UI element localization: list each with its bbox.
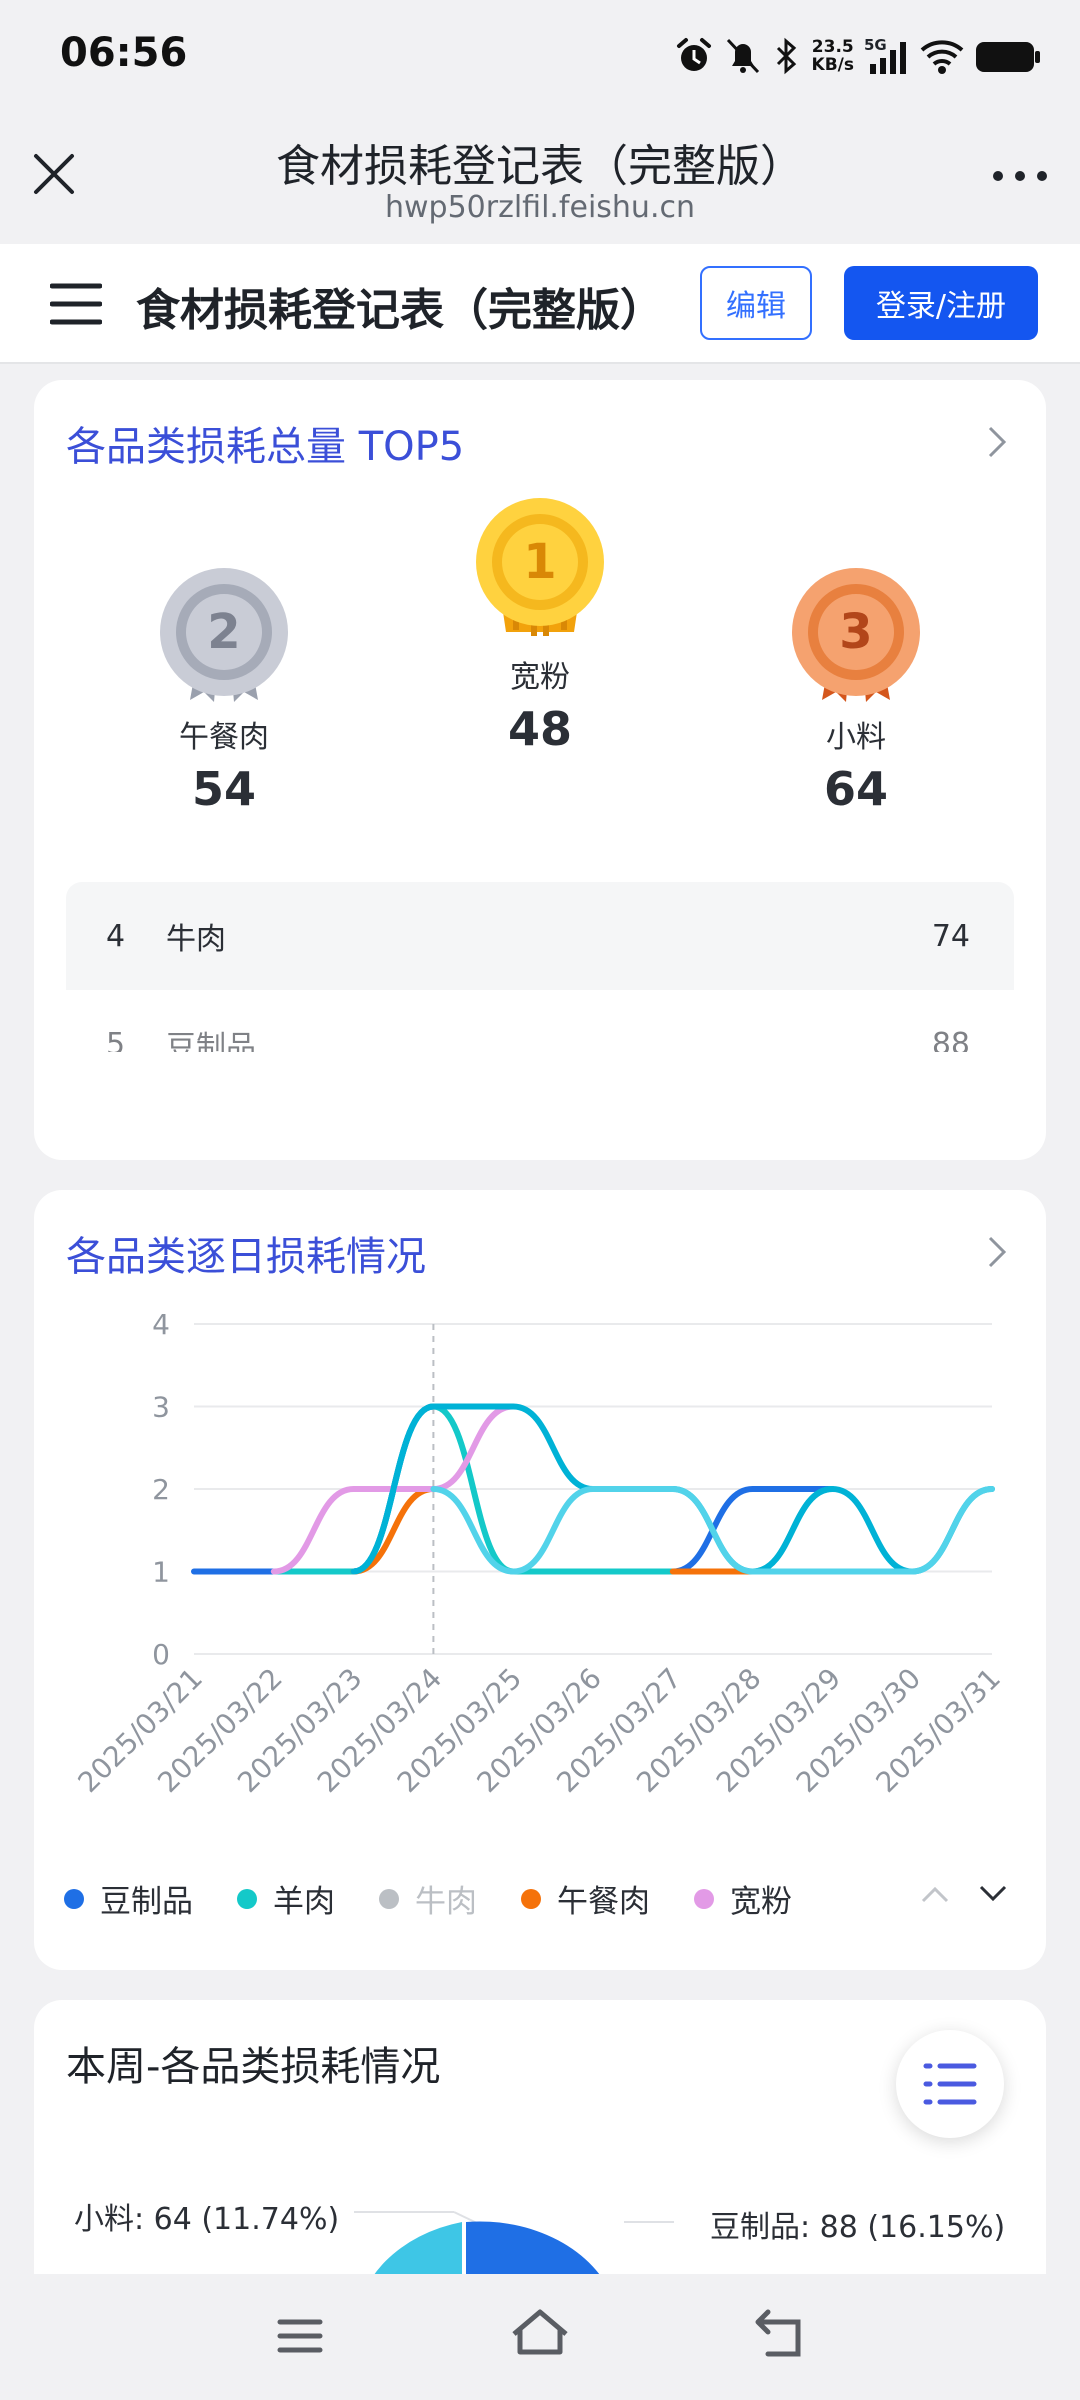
rank-table: 4 牛肉 74 5 豆制品 88 (66, 882, 1014, 1052)
y-tick-label: 0 (152, 1638, 170, 1671)
table-row[interactable]: 4 牛肉 74 (66, 882, 1014, 990)
table-row[interactable]: 5 豆制品 88 (66, 990, 1014, 1053)
legend-item[interactable]: 午餐肉 (521, 1876, 650, 1921)
status-icons: 23.5 KB/s 5G (674, 28, 1042, 84)
podium-value: 64 (823, 762, 888, 816)
legend-dot (379, 1888, 399, 1909)
battery-icon (976, 42, 1040, 72)
list-icon (923, 2063, 977, 2105)
silver-medal-icon: 2 (160, 568, 288, 702)
app-title: 食材损耗登记表（完整版） (136, 285, 664, 336)
series-line-5 (430, 1486, 995, 1575)
podium-name: 小料 (826, 720, 886, 755)
legend-label: 豆制品 (100, 1884, 193, 1920)
legend-item[interactable]: 宽粉 (694, 1876, 792, 1921)
mute-bell-icon (726, 38, 759, 74)
catalog-button[interactable] (896, 2030, 1004, 2138)
browser-title: 食材损耗登记表（完整版） (276, 141, 804, 192)
podium-name: 宽粉 (510, 660, 570, 695)
recent-apps-icon[interactable] (272, 2308, 328, 2364)
gold-medal-icon: 1 (476, 498, 604, 636)
svg-text:2: 2 (207, 604, 240, 660)
podium-rank-2: 2 午餐肉 54 (104, 566, 344, 816)
back-icon[interactable] (750, 2308, 810, 2364)
legend-label: 羊肉 (273, 1884, 335, 1920)
legend-item[interactable]: 羊肉 (237, 1876, 335, 1921)
podium-rank-1: 1 宽粉 48 (420, 496, 660, 756)
wifi-icon (920, 40, 964, 74)
chevron-right-icon[interactable] (986, 424, 1010, 460)
top5-card: 各品类损耗总量 TOP5 2 午餐肉 54 1 宽粉 48 3 小料 64 4 … (34, 380, 1046, 1160)
login-button[interactable]: 登录/注册 (844, 266, 1038, 340)
bronze-medal-icon: 3 (792, 568, 920, 702)
legend-dot (237, 1888, 257, 1909)
svg-text:3: 3 (839, 604, 872, 660)
podium-name: 午餐肉 (179, 720, 269, 755)
browser-header: 食材损耗登记表（完整版） hwp50rzlfil.feishu.cn (0, 112, 1080, 244)
chevron-down-icon[interactable] (978, 1884, 1008, 1904)
system-nav-bar (0, 2274, 1080, 2400)
alarm-icon (676, 38, 711, 71)
podium-rank-3: 3 小料 64 (736, 566, 976, 816)
y-tick-label: 4 (152, 1308, 170, 1341)
legend-item[interactable]: 牛肉 (379, 1876, 477, 1921)
y-tick-label: 3 (152, 1391, 170, 1424)
cell-signal-icon: 5G (864, 36, 910, 76)
app-bar: 食材损耗登记表（完整版） 编辑 登录/注册 (0, 244, 1080, 364)
home-icon[interactable] (508, 2304, 572, 2360)
legend-dot (521, 1888, 541, 1909)
browser-url: hwp50rzlfil.feishu.cn (384, 190, 695, 225)
chart-legend: 豆制品 羊肉 牛肉 午餐肉 宽粉 (64, 1876, 836, 1921)
podium-value: 54 (191, 762, 256, 816)
net-speed: 23.5 KB/s (811, 37, 854, 75)
y-tick-label: 1 (152, 1556, 170, 1589)
svg-text:1: 1 (523, 534, 556, 590)
chevron-up-icon[interactable] (920, 1884, 950, 1904)
legend-label: 牛肉 (415, 1884, 477, 1920)
legend-dot (694, 1888, 714, 1909)
legend-pager (920, 1884, 1008, 1904)
status-bar: 06:56 23.5 KB/s 5G (0, 0, 1080, 112)
menu-icon[interactable] (50, 280, 102, 328)
bluetooth-icon (776, 37, 796, 75)
legend-label: 宽粉 (730, 1884, 792, 1920)
daily-card: 各品类逐日损耗情况 0 1 2 3 4 2025/03/21 2025/03/22 2025/… (34, 1190, 1046, 1970)
status-time: 06:56 (60, 30, 188, 76)
top5-title: 各品类损耗总量 TOP5 (66, 424, 465, 470)
legend-label: 午餐肉 (557, 1884, 650, 1920)
y-tick-label: 2 (152, 1473, 170, 1506)
legend-item[interactable]: 豆制品 (64, 1876, 193, 1921)
edit-button[interactable]: 编辑 (700, 266, 812, 340)
daily-line-chart[interactable]: 012342025/03/212025/03/222025/03/232025/… (34, 1250, 1046, 1870)
more-icon[interactable] (990, 164, 1050, 188)
podium-value: 48 (507, 702, 572, 756)
legend-dot (64, 1888, 84, 1909)
